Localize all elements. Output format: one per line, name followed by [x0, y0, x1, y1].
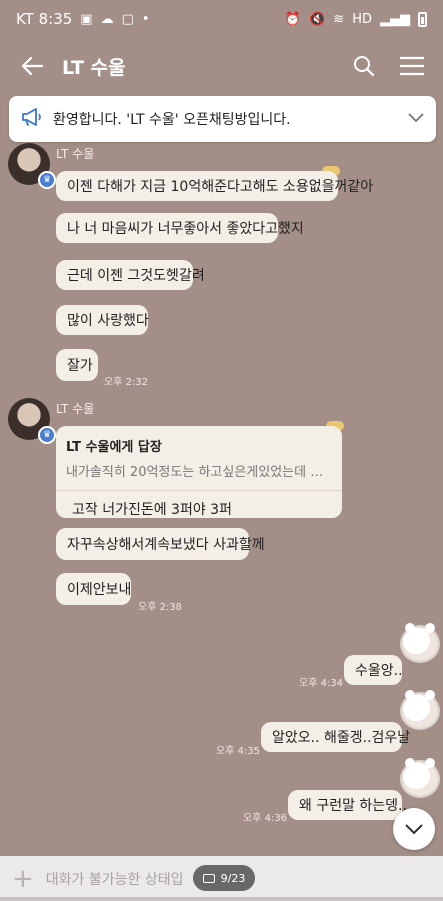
my-chat-bubble[interactable]: 왜 구런말 하는뎅..	[288, 790, 407, 820]
page-indicator-text: 9/23	[220, 871, 246, 885]
room-title: LT 수울	[62, 56, 126, 79]
messenger-icon: ▢	[121, 11, 134, 27]
screen-icon	[202, 873, 215, 883]
divider	[56, 490, 342, 491]
signal-icon: ▂▄▆	[380, 11, 410, 27]
crown-icon: ♛	[38, 426, 56, 444]
message-time: 오후 4:35	[216, 746, 261, 757]
page-indicator[interactable]: 9/23	[193, 865, 255, 891]
navigation-bar	[0, 897, 443, 901]
hd-icon: HD	[352, 11, 372, 27]
dot-icon: •	[141, 11, 150, 27]
menu-icon[interactable]	[395, 49, 429, 83]
message-time: 오후 4:36	[243, 813, 288, 824]
chat-bubble[interactable]: 많이 사랑했다	[56, 305, 149, 335]
input-placeholder: 대화가 불가능한 상태입	[45, 871, 184, 888]
chat-bubble[interactable]: 이제안보내	[56, 573, 131, 605]
bear-sticker-icon	[402, 758, 438, 796]
reply-title: LT 수울에게 답장	[66, 440, 162, 455]
chat-bubble[interactable]: 근데 이젠 그것도헷갈려	[56, 260, 205, 290]
sender-name: LT 수울	[56, 402, 95, 416]
alarm-icon: ⏰	[284, 11, 302, 27]
message-time: 오후 4:34	[299, 678, 344, 689]
image-icon: ▣	[80, 11, 93, 27]
wifi-icon: ≋	[333, 11, 345, 27]
back-arrow-icon[interactable]	[14, 48, 50, 84]
chat-bubble[interactable]: 자꾸속상해서계속보냈다 사과할께	[56, 528, 265, 560]
chat-bubble[interactable]: 이젠 다해가 지금 10억해준다고해도 소용없을꺼같아	[56, 171, 373, 201]
cloud-icon: ☁	[100, 11, 114, 27]
avatar[interactable]: ♛	[8, 143, 56, 189]
chevron-down-icon[interactable]	[408, 111, 424, 127]
sender-name: LT 수울	[56, 147, 95, 161]
my-chat-bubble[interactable]: 수울앙..	[344, 655, 403, 685]
plus-icon[interactable]: +	[12, 866, 34, 892]
bear-sticker-icon	[402, 623, 438, 661]
reply-message[interactable]: LT 수울에게 답장 내가솔직히 20억정도는 하고싶은게있었는데 그중 다..…	[56, 426, 342, 518]
search-icon[interactable]	[347, 49, 381, 83]
message-time: 오후 2:32	[104, 377, 149, 388]
avatar[interactable]: ♛	[8, 398, 56, 444]
status-bar: KT 8:35 ▣ ☁ ▢ • ⏰ 🔇 ≋ HD ▂▄▆	[0, 0, 443, 38]
scroll-to-bottom-button[interactable]	[393, 808, 435, 850]
reply-quote[interactable]: 내가솔직히 20억정도는 하고싶은게있었는데 그중 다...	[66, 461, 332, 480]
message-time: 오후 2:38	[138, 602, 183, 613]
app-bar: LT 수울	[0, 38, 443, 94]
chevron-down-icon	[405, 820, 423, 839]
my-chat-bubble[interactable]: 알았오.. 해줄겡..검우날	[261, 722, 410, 752]
battery-icon	[418, 11, 427, 27]
crown-icon: ♛	[38, 171, 56, 189]
bear-sticker-icon	[402, 690, 438, 728]
mute-icon: 🔇	[309, 11, 326, 27]
megaphone-icon	[21, 107, 43, 131]
carrier-time: KT 8:35	[16, 10, 73, 28]
notice-banner[interactable]: 환영합니다. 'LT 수울' 오픈채팅방입니다.	[9, 96, 436, 142]
chat-bubble[interactable]: 나 너 마음씨가 너무좋아서 좋았다고했지	[56, 213, 304, 243]
reply-body: 고작 너가진돈에 3퍼야 3퍼	[72, 502, 232, 518]
chat-bubble[interactable]: 잘가	[56, 349, 98, 381]
notice-text: 환영합니다. 'LT 수울' 오픈채팅방입니다.	[53, 112, 291, 128]
